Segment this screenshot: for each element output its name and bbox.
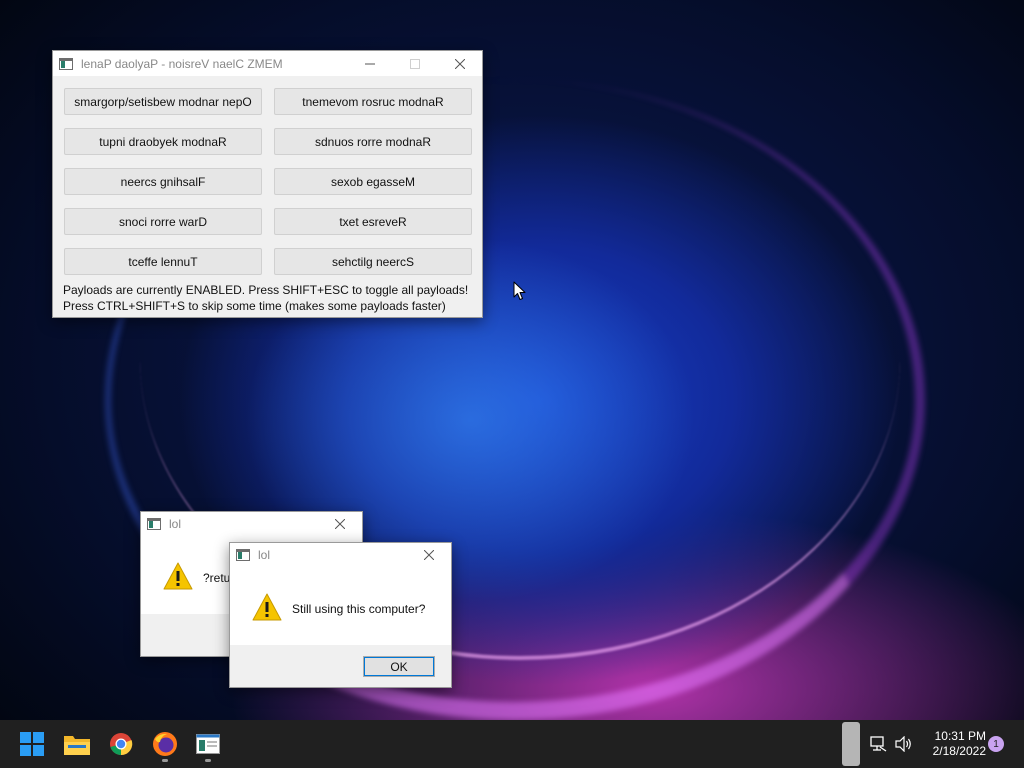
notification-badge[interactable]: 1 (988, 736, 1004, 752)
start-button[interactable] (16, 728, 48, 760)
message-box-front: lol Still using this computer? OK (229, 542, 452, 688)
taskbar-chrome[interactable] (105, 728, 137, 760)
message-box-back-titlebar[interactable]: lol (141, 512, 362, 536)
file-explorer-icon (64, 736, 90, 755)
payload-keyboard-input-button[interactable]: tupni draobyek modnaR (64, 128, 262, 155)
tray-overflow-handle[interactable] (842, 722, 860, 766)
windows-start-icon (20, 732, 44, 756)
payload-message-boxes-button[interactable]: sexob egasseM (274, 168, 472, 195)
firefox-icon (153, 732, 177, 756)
payload-cursor-movement-button[interactable]: tnemevom rosruc modnaR (274, 88, 472, 115)
taskbar-memz-app[interactable] (192, 728, 224, 762)
payload-error-sounds-button[interactable]: sdnuos rorre modnaR (274, 128, 472, 155)
minimize-button[interactable] (347, 52, 392, 76)
taskbar-clock[interactable]: 10:31 PM 2/18/2022 (918, 729, 986, 759)
close-icon (334, 519, 345, 529)
taskbar-firefox[interactable] (149, 728, 181, 762)
mouse-cursor-icon (513, 281, 526, 300)
message-box-title: lol (258, 548, 271, 562)
payload-tunnel-effect-button[interactable]: tceffe lennuT (64, 248, 262, 275)
payload-status-text: Payloads are currently ENABLED. Press SH… (63, 282, 468, 314)
ok-button[interactable]: OK (363, 656, 435, 677)
clock-time: 10:31 PM (934, 729, 986, 743)
warning-icon (252, 593, 282, 621)
message-box-footer: OK (230, 645, 451, 687)
payload-panel-titlebar[interactable]: lenaP daolyaP - noisreV naelC ZMEM (53, 51, 482, 76)
window-title: lenaP daolyaP - noisreV naelC ZMEM (81, 56, 283, 71)
speaker-icon (895, 736, 911, 752)
payload-open-websites-button[interactable]: smargorp/setisbew modnar nepO (64, 88, 262, 115)
app-window-icon (236, 549, 250, 561)
payload-screen-glitches-button[interactable]: sehctilg neercS (274, 248, 472, 275)
taskbar: 10:31 PM 2/18/2022 1 (0, 720, 1024, 768)
volume-control[interactable] (892, 728, 916, 760)
network-icon (870, 736, 887, 752)
minimize-icon (364, 63, 375, 64)
close-icon (423, 550, 434, 560)
message-box-text: ?retu (203, 571, 231, 585)
taskbar-file-explorer[interactable] (61, 728, 93, 760)
close-icon (454, 58, 465, 69)
chrome-icon (110, 733, 133, 756)
warning-icon (163, 562, 193, 590)
message-box-text: Still using this computer? (292, 602, 426, 616)
close-button[interactable] (406, 543, 451, 567)
status-line-enabled: Payloads are currently ENABLED. Press SH… (63, 283, 469, 297)
memz-app-icon (196, 734, 220, 754)
close-button[interactable] (437, 52, 482, 76)
app-window-icon (59, 57, 73, 70)
payload-reverse-text-button[interactable]: txet esreveR (274, 208, 472, 235)
payload-error-icons-button[interactable]: snoci rorre warD (64, 208, 262, 235)
clock-date: 2/18/2022 (932, 744, 986, 758)
payload-panel-window: lenaP daolyaP - noisreV naelC ZMEM smarg… (52, 50, 483, 318)
close-button[interactable] (317, 512, 362, 536)
payload-button-grid: smargorp/setisbew modnar nepO tnemevom r… (64, 88, 473, 275)
app-window-icon (147, 518, 161, 530)
message-box-front-titlebar[interactable]: lol (230, 543, 451, 567)
maximize-button[interactable] (392, 52, 437, 76)
status-line-skip-time: Press CTRL+SHIFT+S to skip some time (ma… (63, 299, 446, 313)
message-box-title: lol (169, 517, 182, 531)
payload-flashing-screen-button[interactable]: neercs gnihsalF (64, 168, 262, 195)
maximize-icon (409, 58, 420, 69)
network-status[interactable] (866, 728, 890, 760)
